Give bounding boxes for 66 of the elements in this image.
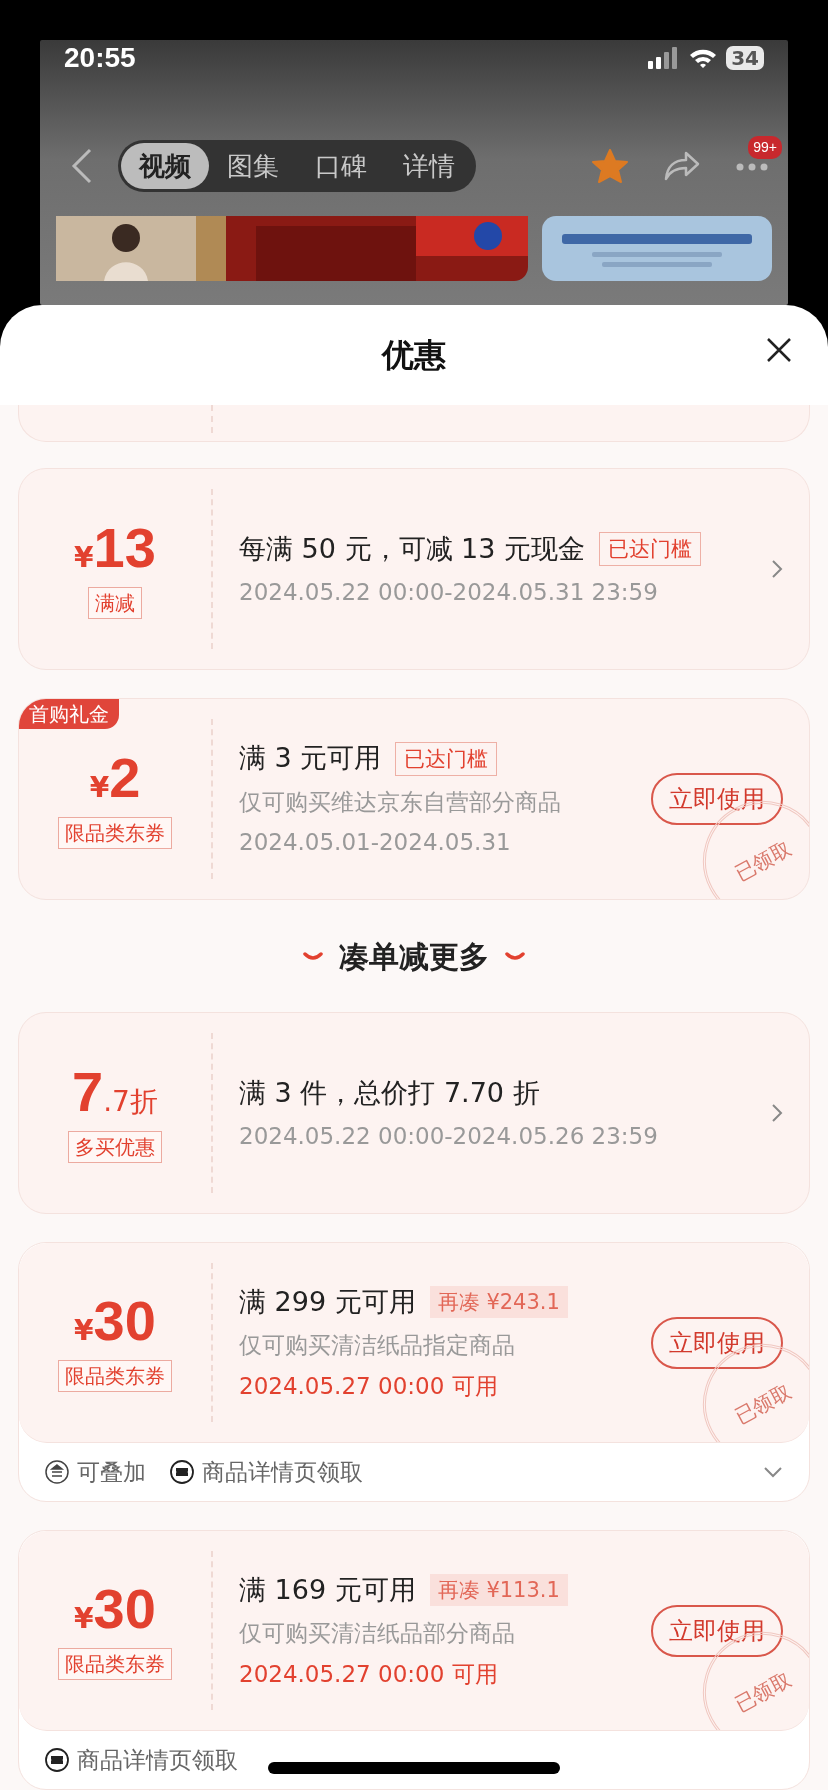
- threshold-tag: 已达门槛: [395, 741, 498, 776]
- chevron-right-icon[interactable]: [771, 1103, 783, 1123]
- footer-label: 商品详情页领取: [77, 1745, 238, 1775]
- use-now-button[interactable]: 立即使用: [651, 1316, 783, 1369]
- tab[interactable]: 详情: [385, 143, 473, 189]
- coupon-detail: 仅可购买清洁纸品部分商品: [239, 1619, 516, 1649]
- coupon-title: 满 3 元可用: [239, 741, 382, 776]
- share-icon[interactable]: [664, 151, 700, 181]
- discount-value: 7: [72, 1063, 104, 1120]
- coupon-title: 每满 50 元，可减 13 元现金: [239, 531, 586, 566]
- footer-label: 可叠加: [77, 1457, 146, 1487]
- stamp-label: 已领取: [729, 1666, 797, 1719]
- coupon-detail: 2024.05.27 00:00 可用: [239, 1371, 499, 1401]
- coupon-title: 满 299 元可用: [239, 1284, 416, 1319]
- coupon-amount: 30: [93, 1293, 156, 1349]
- coupon-title: 满 169 元可用: [239, 1572, 416, 1607]
- coupon-type-tag: 限品类东券: [58, 816, 172, 849]
- currency-sign: ¥: [89, 770, 110, 806]
- currency-sign: ¥: [74, 1601, 94, 1637]
- coupon-type-tag: 满减: [88, 586, 142, 619]
- footer-label: 商品详情页领取: [202, 1457, 363, 1487]
- coupon-detail: 2024.05.01-2024.05.31: [239, 828, 512, 858]
- tab[interactable]: 图集: [209, 143, 297, 189]
- coupon-detail: 2024.05.22 00:00-2024.05.26 23:59: [239, 1122, 659, 1151]
- coupon-detail: 仅可购买清洁纸品指定商品: [239, 1331, 516, 1361]
- discount-suffix: .7折: [103, 1083, 158, 1120]
- notification-badge: 99+: [748, 136, 782, 159]
- status-time: 20:55: [64, 41, 136, 75]
- coupon-type-tag: 多买优惠: [68, 1130, 162, 1163]
- wifi-icon: [688, 47, 719, 69]
- stamp-label: 已领取: [729, 1378, 797, 1431]
- coupon-amount: 2: [109, 749, 141, 806]
- close-button[interactable]: [766, 337, 792, 363]
- ticket-icon: [170, 1460, 194, 1484]
- back-icon[interactable]: [70, 147, 94, 185]
- star-icon[interactable]: [592, 149, 628, 183]
- coupon-detail: 2024.05.27 00:00 可用: [239, 1659, 499, 1689]
- currency-sign: ¥: [74, 1313, 94, 1349]
- coupon-type-tag: 限品类东券: [58, 1648, 172, 1680]
- coupon-type-tag: 限品类东券: [58, 1360, 172, 1392]
- coupon-amount: 13: [93, 519, 156, 576]
- curve-icon: [303, 951, 323, 961]
- layers-icon: [45, 1460, 69, 1484]
- stamp-label: 已领取: [729, 835, 797, 888]
- tab[interactable]: 视频: [121, 143, 209, 189]
- chevron-down-icon[interactable]: [763, 1466, 783, 1478]
- ticket-icon: [45, 1748, 69, 1772]
- use-now-button[interactable]: 立即使用: [651, 1604, 783, 1657]
- threshold-tag: 再凑 ¥243.1: [429, 1286, 568, 1318]
- curve-icon: [505, 951, 525, 961]
- use-now-button[interactable]: 立即使用: [651, 773, 783, 825]
- tab[interactable]: 口碑: [297, 143, 385, 189]
- sheet-title: 优惠: [382, 335, 446, 375]
- threshold-tag: 已达门槛: [599, 531, 702, 566]
- coupon-detail: 仅可购买维达京东自营部分商品: [239, 787, 562, 817]
- coupon-detail: 2024.05.22 00:00-2024.05.31 23:59: [239, 578, 659, 607]
- coupon-amount: 30: [93, 1581, 156, 1637]
- threshold-tag: 再凑 ¥113.1: [429, 1574, 568, 1606]
- coupon-title: 满 3 件，总价打 7.70 折: [239, 1075, 540, 1110]
- currency-sign: ¥: [74, 539, 94, 576]
- close-icon: [766, 337, 792, 363]
- chevron-right-icon[interactable]: [771, 559, 783, 579]
- section-heading: 凑单减更多: [339, 937, 489, 976]
- more-icon[interactable]: [736, 162, 768, 171]
- battery-level: 34: [726, 46, 764, 70]
- corner-tag: 首购礼金: [19, 699, 119, 729]
